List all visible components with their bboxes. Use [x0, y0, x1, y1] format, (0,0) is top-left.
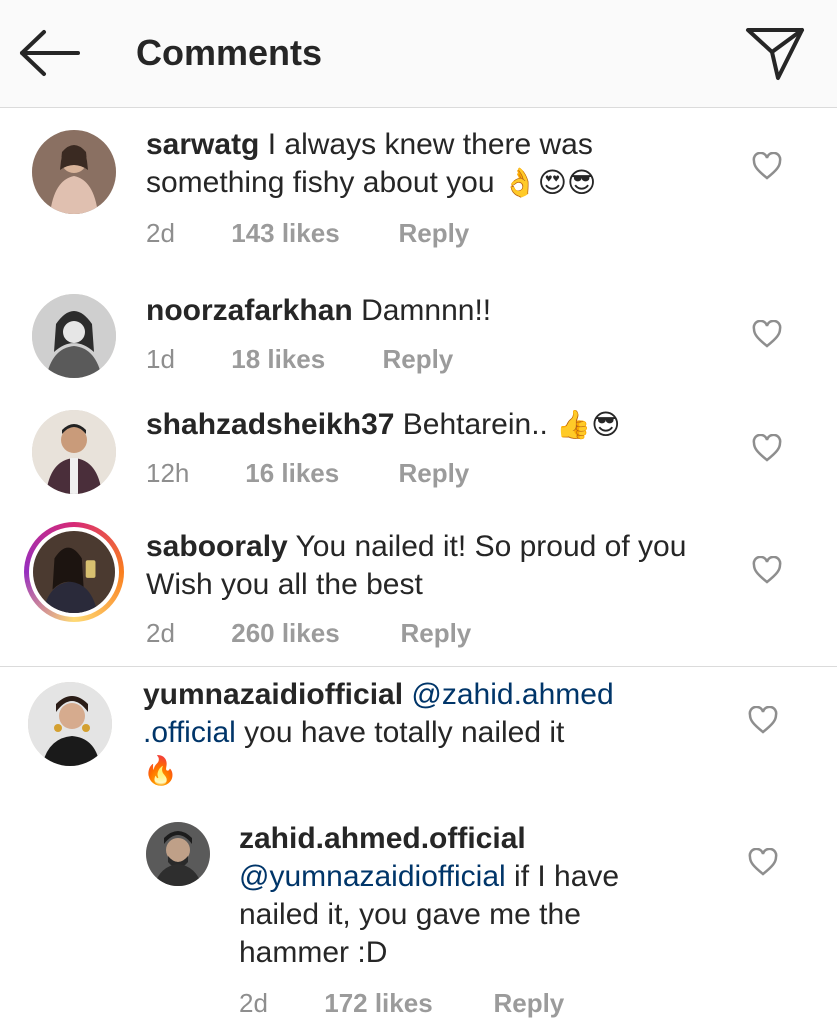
- comment-item: sabooraly You nailed it! So proud of you…: [0, 518, 837, 666]
- comment-item: yumnazaidiofficial @zahid.ahmed .officia…: [0, 668, 837, 798]
- reply-button[interactable]: Reply: [493, 988, 564, 1019]
- heart-icon[interactable]: [748, 705, 778, 734]
- top-bar: Comments: [0, 0, 837, 108]
- comment-text: Behtarein..: [402, 408, 548, 441]
- heart-icon[interactable]: [752, 151, 782, 180]
- comment-text-line3: hammer :D: [239, 936, 388, 969]
- comment-likes[interactable]: 172 likes: [324, 988, 486, 1019]
- mention-link[interactable]: @yumnazaidiofficial: [239, 860, 506, 893]
- comment-timestamp: 1d: [146, 344, 175, 374]
- reply-button[interactable]: Reply: [400, 618, 471, 649]
- avatar[interactable]: [32, 294, 116, 378]
- emoji-ok-heart-eyes-sunglasses: 👌😍😎: [502, 167, 597, 198]
- comment-likes[interactable]: 16 likes: [245, 458, 391, 489]
- comment-text: You nailed it! So proud of you: [295, 530, 687, 563]
- heart-icon[interactable]: [752, 433, 782, 462]
- comment-username[interactable]: sarwatg: [146, 128, 259, 161]
- comment-item: shahzadsheikh37 Behtarein.. 👍😎 12h 16 li…: [0, 396, 837, 508]
- comment-username[interactable]: yumnazaidiofficial: [143, 678, 403, 711]
- avatar[interactable]: [32, 130, 116, 214]
- comment-username[interactable]: zahid.ahmed.official: [239, 822, 526, 855]
- heart-icon[interactable]: [748, 847, 778, 876]
- comment-text-line2: nailed it, you gave me the: [239, 898, 581, 931]
- comment-text: you have totally nailed it: [244, 716, 565, 749]
- avatar[interactable]: [33, 531, 115, 613]
- comment-timestamp: 2d: [239, 988, 268, 1018]
- comment-item: sarwatg I always knew there was somethin…: [0, 108, 837, 268]
- comment-timestamp: 12h: [146, 458, 190, 488]
- mention-link[interactable]: @zahid.ahmed: [411, 678, 613, 711]
- story-ring[interactable]: [24, 522, 124, 622]
- comment-text: Damnnn!!: [361, 294, 492, 327]
- comment-likes[interactable]: 18 likes: [231, 344, 375, 375]
- back-arrow-icon[interactable]: [18, 28, 82, 78]
- comment-likes[interactable]: 260 likes: [231, 618, 393, 649]
- heart-icon[interactable]: [752, 319, 782, 348]
- comment-timestamp: 2d: [146, 218, 175, 248]
- avatar[interactable]: [28, 682, 112, 766]
- reply-button[interactable]: Reply: [398, 458, 469, 489]
- comment-username[interactable]: shahzadsheikh37: [146, 408, 394, 441]
- reply-comment-item: zahid.ahmed.official @yumnazaidiofficial…: [0, 808, 837, 1024]
- avatar[interactable]: [32, 410, 116, 494]
- reply-button[interactable]: Reply: [382, 344, 453, 375]
- heart-icon[interactable]: [752, 555, 782, 584]
- comment-item: noorzafarkhan Damnnn!! 1d 18 likes Reply: [0, 282, 837, 394]
- avatar[interactable]: [146, 822, 210, 886]
- section-divider: [0, 666, 837, 667]
- comment-username[interactable]: noorzafarkhan: [146, 294, 353, 327]
- comment-text-line2: Wish you all the best: [146, 568, 423, 601]
- page-title: Comments: [136, 32, 323, 73]
- comment-likes[interactable]: 143 likes: [231, 218, 391, 249]
- reply-button[interactable]: Reply: [398, 218, 469, 249]
- mention-link-continued[interactable]: .official: [143, 716, 236, 749]
- comment-username[interactable]: sabooraly: [146, 530, 288, 563]
- emoji-fire: 🔥: [143, 755, 178, 786]
- emoji-thumbs-up-sunglasses: 👍😎: [556, 409, 621, 440]
- share-send-icon[interactable]: [744, 24, 806, 82]
- comment-timestamp: 2d: [146, 618, 175, 648]
- comment-text: if I have: [514, 860, 620, 893]
